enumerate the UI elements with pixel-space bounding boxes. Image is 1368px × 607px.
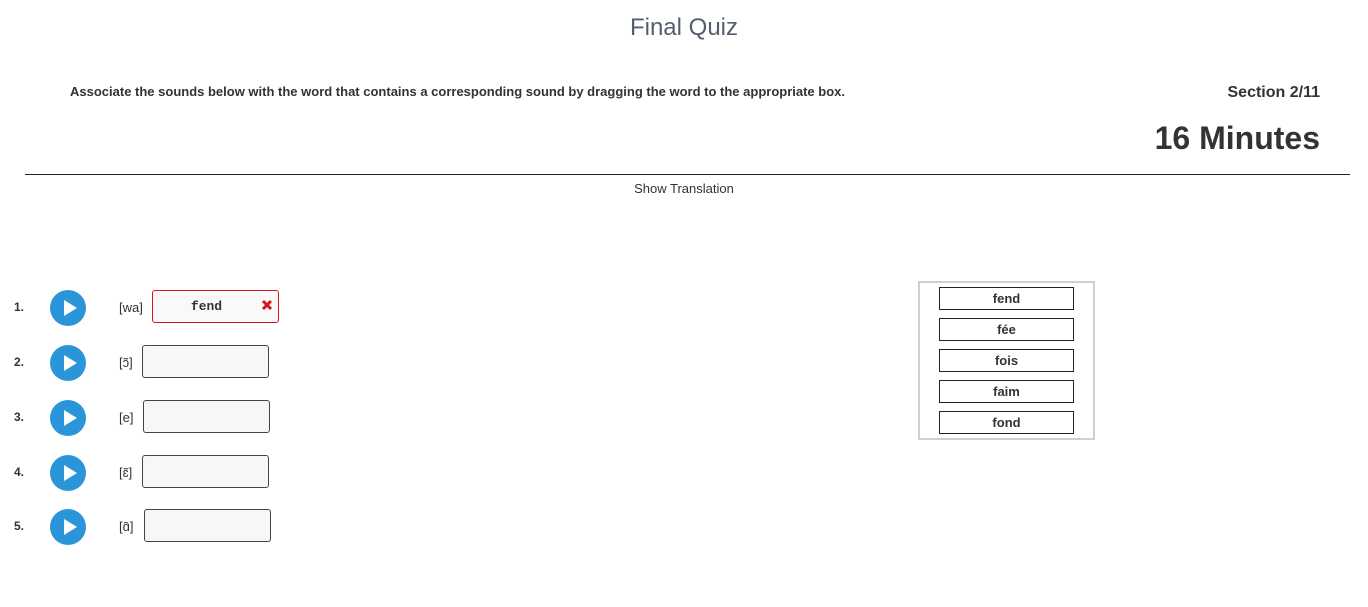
dropped-word[interactable]: fend bbox=[153, 299, 260, 314]
word-chip[interactable]: faim bbox=[939, 380, 1074, 403]
question-row-2: 2. [ɔ̃] bbox=[0, 343, 320, 383]
sound-label: [ɑ̃] bbox=[119, 519, 134, 534]
question-row-5: 5. [ɑ̃] bbox=[0, 507, 320, 547]
play-icon bbox=[64, 300, 77, 316]
play-audio-button[interactable] bbox=[50, 290, 86, 326]
word-chip[interactable]: fée bbox=[939, 318, 1074, 341]
question-number: 4. bbox=[14, 465, 25, 479]
play-icon bbox=[64, 519, 77, 535]
question-number: 1. bbox=[14, 300, 25, 314]
question-row-4: 4. [ɛ̃] bbox=[0, 453, 320, 493]
word-chip[interactable]: fois bbox=[939, 349, 1074, 372]
word-bank: fend fée fois faim fond bbox=[918, 281, 1095, 440]
show-translation-link[interactable]: Show Translation bbox=[0, 181, 1368, 196]
play-audio-button[interactable] bbox=[50, 345, 86, 381]
section-indicator: Section 2/11 bbox=[1227, 84, 1321, 101]
question-number: 3. bbox=[14, 410, 25, 424]
x-icon[interactable] bbox=[260, 298, 274, 312]
answer-dropzone[interactable] bbox=[142, 455, 269, 488]
timer: 16 Minutes bbox=[1154, 120, 1320, 156]
answer-dropzone[interactable] bbox=[142, 345, 269, 378]
page-title: Final Quiz bbox=[629, 14, 739, 41]
question-number: 2. bbox=[14, 355, 25, 369]
question-number: 5. bbox=[14, 519, 25, 533]
word-chip[interactable]: fond bbox=[939, 411, 1074, 434]
play-icon bbox=[64, 465, 77, 481]
sound-label: [ɔ̃] bbox=[119, 355, 133, 370]
instructions-text: Associate the sounds below with the word… bbox=[70, 84, 845, 99]
answer-dropzone[interactable] bbox=[144, 509, 271, 542]
play-icon bbox=[64, 355, 77, 371]
play-audio-button[interactable] bbox=[50, 455, 86, 491]
word-chip[interactable]: fend bbox=[939, 287, 1074, 310]
answer-dropzone[interactable] bbox=[143, 400, 270, 433]
sound-label: [ɛ̃] bbox=[119, 465, 133, 480]
play-icon bbox=[64, 410, 77, 426]
sound-label: [e] bbox=[119, 410, 134, 425]
play-audio-button[interactable] bbox=[50, 400, 86, 436]
question-row-1: 1. [wa] fend bbox=[0, 288, 320, 328]
sound-label: [wa] bbox=[119, 300, 143, 315]
play-audio-button[interactable] bbox=[50, 509, 86, 545]
answer-dropzone[interactable]: fend bbox=[152, 290, 279, 323]
question-row-3: 3. [e] bbox=[0, 398, 320, 438]
header-divider bbox=[25, 174, 1350, 175]
